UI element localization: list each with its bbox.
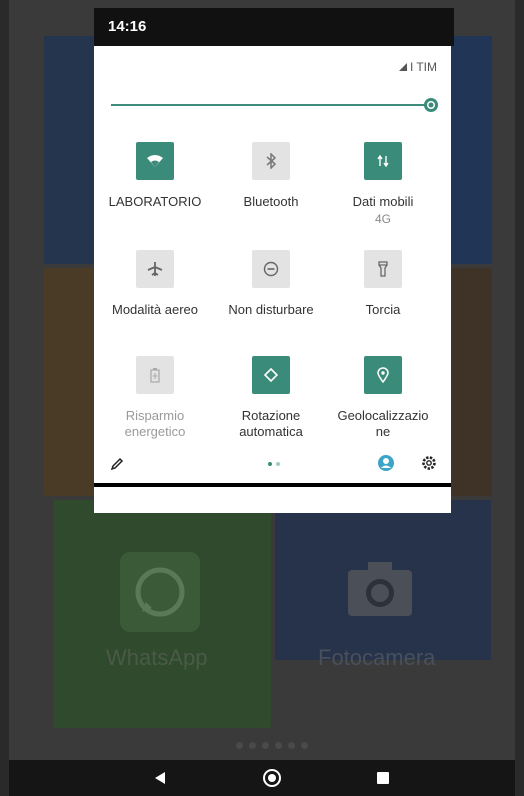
user-account-icon[interactable] [377, 454, 395, 472]
navigation-bar [9, 760, 515, 796]
tile-airplane[interactable]: Modalità aereo [100, 250, 210, 318]
tile-location-label: Geolocalizzazio ne [337, 408, 429, 439]
signal-icon [398, 63, 407, 71]
signal-separator: I [409, 60, 414, 74]
tile-mobile-data[interactable]: Dati mobili 4G [328, 142, 438, 228]
status-bar: 14:16 [94, 8, 454, 46]
airplane-icon[interactable] [136, 250, 174, 288]
tile-location[interactable]: Geolocalizzazio ne [328, 356, 438, 440]
tile-dnd-label: Non disturbare [228, 302, 314, 317]
page-dot-active [268, 462, 272, 466]
bluetooth-icon[interactable] [252, 142, 290, 180]
tile-dnd[interactable]: Non disturbare [216, 250, 326, 318]
brightness-sun-icon[interactable] [422, 96, 440, 114]
tile-wifi[interactable]: LABORATORIO [100, 142, 210, 210]
wifi-icon[interactable] [136, 142, 174, 180]
tile-airplane-label: Modalità aereo [112, 302, 198, 317]
page-dot [276, 462, 280, 466]
flashlight-icon[interactable] [364, 250, 402, 288]
screen-edge-right [515, 0, 524, 796]
whatsapp-icon [120, 552, 200, 632]
back-icon[interactable] [155, 772, 165, 784]
tile-battery-saver[interactable]: Risparmio energetico [100, 356, 210, 440]
tile-mobile-data-label: Dati mobili [352, 194, 414, 209]
status-time: 14:16 [108, 18, 147, 35]
screen-edge-left [0, 0, 9, 796]
do-not-disturb-icon[interactable] [252, 250, 290, 288]
edit-pencil-icon[interactable] [109, 456, 125, 472]
app-label-whatsapp: WhatsApp [106, 645, 208, 670]
tile-bluetooth-label: Bluetooth [243, 194, 299, 209]
mobile-data-icon[interactable] [364, 142, 402, 180]
brightness-slider[interactable] [111, 104, 428, 106]
tile-flashlight[interactable]: Torcia [328, 250, 438, 318]
carrier-name: TIM [416, 60, 437, 74]
tile-flashlight-label: Torcia [365, 302, 401, 317]
tile-auto-rotate-label: Rotazione automatica [239, 408, 303, 439]
quick-settings-footer [94, 450, 451, 478]
tile-wifi-label: LABORATORIO [108, 194, 202, 209]
tile-mobile-data-sub: 4G [374, 212, 391, 226]
carrier-indicator: I TIM [398, 60, 437, 74]
camera-icon [344, 560, 416, 620]
page-indicator [268, 462, 280, 466]
app-label-camera: Fotocamera [318, 645, 436, 670]
tile-battery-saver-label: Risparmio energetico [124, 408, 186, 439]
home-pager-dots [236, 742, 308, 749]
location-icon[interactable] [364, 356, 402, 394]
tile-bluetooth[interactable]: Bluetooth [216, 142, 326, 210]
recents-icon[interactable] [377, 772, 389, 784]
settings-gear-icon[interactable] [420, 454, 438, 472]
battery-saver-icon[interactable] [136, 356, 174, 394]
auto-rotate-icon[interactable] [252, 356, 290, 394]
home-icon[interactable] [263, 769, 281, 787]
notification-card[interactable] [94, 487, 451, 513]
tile-auto-rotate[interactable]: Rotazione automatica [216, 356, 326, 440]
quick-settings-panel: I TIM LABORATORIO Bluetooth Dati mobili … [94, 46, 451, 483]
